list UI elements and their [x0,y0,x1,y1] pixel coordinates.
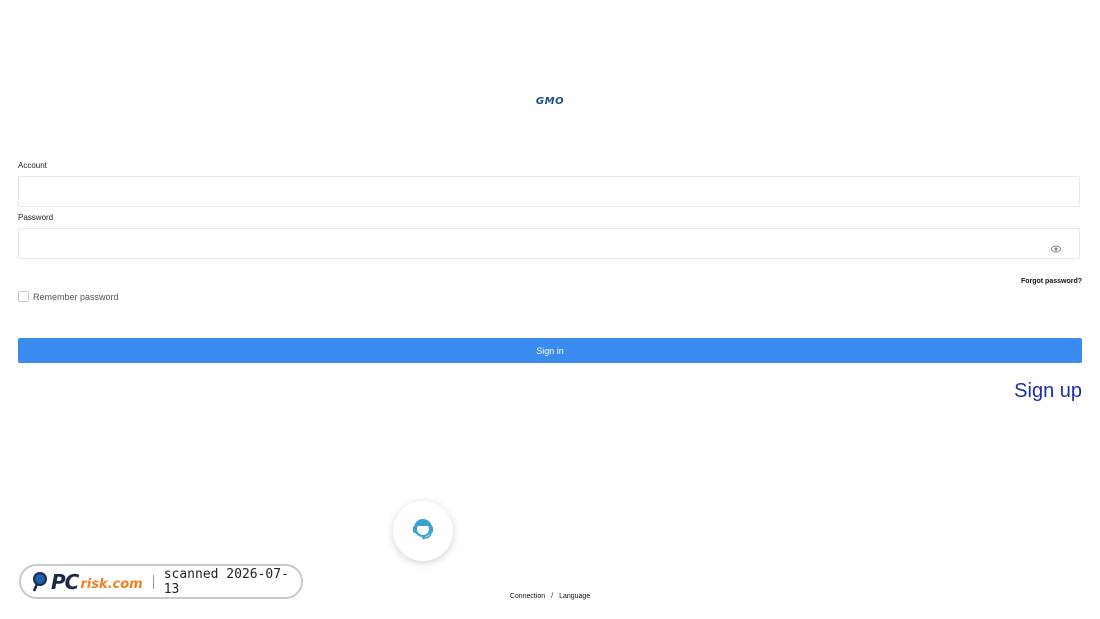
remember-password-toggle[interactable]: Remember password [18,291,119,302]
sign-in-button[interactable]: Sign in [18,338,1082,363]
password-label: Password [18,213,54,222]
badge-brand-pc: PC [51,569,79,594]
language-link[interactable]: Language [559,593,590,600]
footer: Connection / Language [0,593,1100,600]
password-input[interactable] [19,229,1079,258]
support-chat-button[interactable] [393,501,453,561]
account-input[interactable] [19,177,1079,206]
magnifier-icon [32,571,47,591]
account-field[interactable] [18,176,1080,207]
badge-divider [152,574,154,589]
account-label: Account [18,161,47,170]
gmo-logo: GMO [530,95,570,107]
password-field[interactable] [18,228,1080,259]
pcrisk-logo: PC risk.com [31,570,143,594]
logo-text: GMO [535,95,565,107]
badge-scan-date: scanned 2026-07-13 [163,566,289,597]
badge-brand-risk: risk.com [80,576,143,592]
remember-label: Remember password [33,291,119,302]
sign-up-link[interactable]: Sign up [1014,380,1082,403]
eye-icon[interactable] [1051,240,1061,253]
headset-support-icon [410,516,436,547]
forgot-password-link[interactable]: Forgot password? [1021,278,1082,285]
connection-link[interactable]: Connection [510,593,545,600]
footer-separator: / [551,593,554,600]
remember-checkbox[interactable] [18,291,29,302]
